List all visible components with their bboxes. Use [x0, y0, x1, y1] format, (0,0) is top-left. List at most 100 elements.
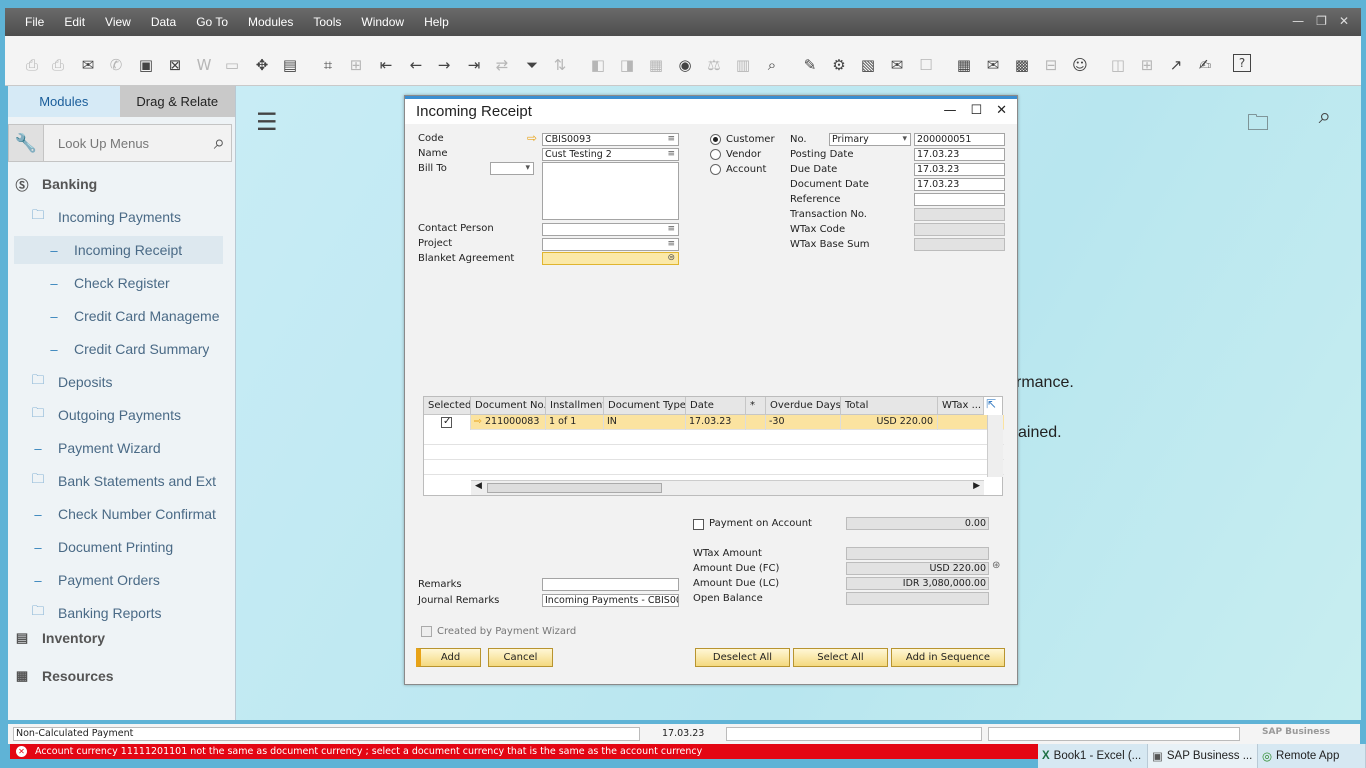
sidebar-item-incoming-receipt[interactable]: – Incoming Receipt [14, 236, 223, 264]
menu-tools[interactable]: Tools [313, 15, 341, 29]
word-icon[interactable]: W [193, 54, 215, 76]
add-icon[interactable]: ⊞ [345, 54, 367, 76]
col-selected[interactable]: Selected [424, 397, 471, 415]
bill-to-select[interactable]: ▾ [490, 162, 534, 175]
base-document-icon[interactable]: ◧ [587, 54, 609, 76]
sidebar-item-inventory[interactable]: ▤ Inventory [8, 624, 236, 652]
sidebar-item-deposits[interactable]: 🗀 Deposits [8, 368, 236, 396]
payment-on-account-checkbox[interactable] [693, 519, 704, 530]
taskbar-sap[interactable]: ▣ SAP Business ... [1148, 744, 1258, 768]
fax-icon[interactable]: ▣ [135, 54, 157, 76]
series-select[interactable]: Primary ▾ [829, 133, 911, 146]
org-icon[interactable]: ✉ [982, 54, 1004, 76]
table-row[interactable] [424, 460, 1004, 475]
menu-file[interactable]: File [25, 15, 44, 29]
filter-icon[interactable]: ⏷ [521, 54, 543, 76]
print-icon[interactable]: ⎙ [47, 54, 69, 76]
menu-edit[interactable]: Edit [64, 15, 85, 29]
menu-goto[interactable]: Go To [196, 15, 228, 29]
refresh-icon[interactable]: ⇄ [491, 54, 513, 76]
tab-drag-relate[interactable]: Drag & Relate [119, 86, 235, 117]
messages-icon[interactable]: ✉ [886, 54, 908, 76]
menu-view[interactable]: View [105, 15, 131, 29]
last-record-icon[interactable]: ⇥ [463, 54, 485, 76]
layout-icon[interactable]: ⊞ [1136, 54, 1158, 76]
sms-icon[interactable]: ✆ [105, 54, 127, 76]
drill-icon[interactable]: ⌕ [761, 54, 783, 76]
first-record-icon[interactable]: ⇤ [375, 54, 397, 76]
taskbar-remote-app[interactable]: ◎ Remote App [1258, 744, 1366, 768]
email-icon[interactable]: ✉ [77, 54, 99, 76]
close-icon[interactable]: ✕ [1339, 14, 1349, 28]
sidebar-item-document-printing[interactable]: – Document Printing [8, 533, 236, 561]
sidebar-item-banking[interactable]: Ⓢ Banking [8, 170, 236, 198]
contact-field[interactable]: ≡ [542, 223, 679, 236]
restore-icon[interactable]: ❐ [1316, 14, 1327, 28]
cancel-button[interactable]: Cancel [488, 648, 553, 667]
lookup-menus-input[interactable]: Look Up Menus ⌕ [44, 124, 232, 162]
close-icon[interactable]: ✕ [996, 103, 1007, 118]
alerts-icon[interactable]: ☐ [915, 54, 937, 76]
col-total[interactable]: Total [841, 397, 938, 415]
hamburger-icon[interactable]: ☰ [256, 108, 278, 136]
payment-means-icon[interactable]: ◉ [674, 54, 696, 76]
sidebar-item-bank-statements-and-ext[interactable]: 🗀 Bank Statements and Ext [8, 467, 236, 495]
move-icon[interactable]: ✥ [251, 54, 273, 76]
sort-icon[interactable]: ⇅ [549, 54, 571, 76]
sidebar-item-check-register[interactable]: – Check Register [14, 269, 223, 297]
menu-help[interactable]: Help [424, 15, 449, 29]
pdf-icon[interactable]: ▭ [221, 54, 243, 76]
menu-window[interactable]: Window [361, 15, 404, 29]
vertical-scrollbar[interactable] [987, 415, 1003, 477]
sidebar-item-payment-orders[interactable]: – Payment Orders [8, 566, 236, 594]
expand-icon[interactable]: ⇱ [986, 397, 996, 411]
user-icon[interactable]: ☺ [1069, 54, 1091, 76]
project-field[interactable]: ≡ [542, 238, 679, 251]
minimize-icon[interactable]: — [1292, 14, 1304, 28]
journal-remarks-field[interactable]: Incoming Payments - CBIS0093 [542, 594, 679, 607]
code-field[interactable]: CBIS0093 ≡ [542, 133, 679, 146]
table-row[interactable] [424, 445, 1004, 460]
calculator-icon[interactable]: ▩ [1011, 54, 1033, 76]
col-installment[interactable]: Installment [546, 397, 604, 415]
previous-record-icon[interactable]: ← [405, 54, 427, 76]
journal-icon[interactable]: ▥ [732, 54, 754, 76]
remarks-field[interactable] [542, 578, 679, 591]
settings-icon[interactable]: ⚙ [828, 54, 850, 76]
deselect-all-button[interactable]: Deselect All [695, 648, 790, 667]
selected-checkbox[interactable]: ✓ [441, 416, 452, 428]
col-star[interactable]: * [746, 397, 766, 415]
search-icon[interactable]: ⌕ [1319, 104, 1331, 129]
menu-modules[interactable]: Modules [248, 15, 293, 29]
taskbar-excel[interactable]: X Book1 - Excel (... [1038, 744, 1148, 768]
wrench-icon[interactable]: 🔧 [8, 124, 44, 162]
horizontal-scrollbar[interactable]: ◀ ▶ [471, 480, 984, 495]
table-row[interactable]: ✓ ⇨ 211000083 1 of 1 IN 17.03.23 -30 USD… [424, 415, 1004, 430]
scroll-thumb[interactable] [487, 483, 662, 493]
table-row[interactable] [424, 430, 1004, 445]
name-field[interactable]: Cust Testing 2 ≡ [542, 148, 679, 161]
preview-icon[interactable]: ⎙ [21, 54, 43, 76]
binoculars-icon[interactable]: ⌗ [317, 54, 339, 76]
due-date-field[interactable]: 17.03.23 [914, 163, 1005, 176]
help-icon[interactable]: ? [1233, 54, 1251, 72]
col-document-no[interactable]: Document No. [471, 397, 546, 415]
document-no-cell[interactable]: ⇨ 211000083 [471, 415, 546, 430]
sidebar-item-outgoing-payments[interactable]: 🗀 Outgoing Payments [8, 401, 236, 429]
col-overdue-days[interactable]: Overdue Days [766, 397, 841, 415]
add-button[interactable]: Add [416, 648, 481, 667]
sidebar-item-resources[interactable]: ▦ Resources [8, 662, 236, 690]
blanket-agreement-field[interactable]: ⊜ [542, 252, 679, 265]
settlement-icon[interactable]: ▧ [857, 54, 879, 76]
next-record-icon[interactable]: → [433, 54, 455, 76]
scroll-left-icon[interactable]: ◀ [475, 481, 482, 491]
sidebar-item-incoming-payments[interactable]: 🗀 Incoming Payments [8, 203, 236, 231]
hierarchy-icon[interactable]: ⊟ [1040, 54, 1062, 76]
excel-icon[interactable]: ⊠ [164, 54, 186, 76]
form-settings-icon[interactable]: ▤ [279, 54, 301, 76]
balance-icon[interactable]: ⚖ [703, 54, 725, 76]
sidebar-item-check-number-confirmat[interactable]: – Check Number Confirmat [8, 500, 236, 528]
link-arrow-icon[interactable]: ⇨ [527, 131, 537, 145]
target-document-icon[interactable]: ◨ [616, 54, 638, 76]
customer-radio[interactable] [710, 134, 721, 145]
